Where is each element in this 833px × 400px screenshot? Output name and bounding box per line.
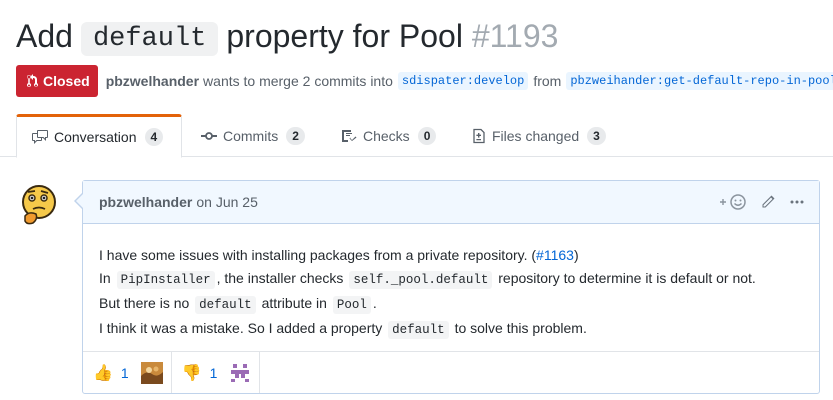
comment-text: to solve this problem.	[454, 320, 587, 336]
tab-commits[interactable]: Commits 2	[201, 114, 305, 157]
thumbs-up-icon: 👍	[93, 364, 113, 382]
comment-actions	[706, 193, 805, 211]
tab-counter: 4	[144, 128, 164, 146]
comment-body: I have some issues with installing packa…	[83, 224, 819, 342]
comment-date[interactable]: on Jun 25	[196, 194, 258, 210]
inline-code: default	[195, 296, 256, 314]
tab-label: Checks	[363, 127, 410, 144]
issue-link[interactable]: #1163	[536, 247, 574, 263]
more-options-button[interactable]	[789, 194, 805, 210]
head-branch[interactable]: pbzweihander:get-default-repo-in-pool	[566, 72, 833, 90]
comment-text: attribute in	[261, 295, 327, 311]
comment-discussion-icon	[32, 130, 48, 144]
git-commit-icon	[201, 131, 217, 140]
status-label: Closed	[43, 73, 90, 89]
pr-title-code: default	[80, 22, 219, 56]
comment-author-link[interactable]: pbzwelhander	[99, 194, 192, 210]
pr-tabs: Conversation 4 Commits 2 Checks 0 Files …	[0, 114, 833, 158]
pr-title-suffix: property for Pool	[226, 18, 463, 54]
comment-line: In PipInstaller, the installer checks se…	[99, 267, 803, 292]
pencil-icon	[762, 195, 775, 208]
comment-text: repository to determine it is default or…	[498, 270, 756, 286]
comment-text: I think it was a mistake. So I added a p…	[99, 320, 383, 336]
reaction-count: 1	[120, 364, 129, 381]
reaction-thumbs-down[interactable]: 👎 1	[172, 352, 261, 393]
tab-label: Commits	[223, 127, 279, 144]
comment-line: I think it was a mistake. So I added a p…	[99, 317, 803, 342]
reactions-bar: 👍 1 👎 1	[83, 351, 819, 393]
comment-text: , the installer checks	[216, 270, 344, 286]
pr-title-prefix: Add	[16, 18, 73, 54]
comment-text: )	[573, 247, 579, 263]
merge-text: wants to merge 2 commits into	[203, 73, 393, 89]
add-reaction-button[interactable]	[719, 193, 747, 211]
edit-comment-button[interactable]	[760, 194, 776, 210]
inline-code: Pool	[332, 296, 371, 314]
tab-counter: 0	[417, 126, 437, 145]
tab-checks[interactable]: Checks 0	[341, 114, 437, 157]
comment-line: I have some issues with installing packa…	[99, 244, 803, 267]
tab-conversation[interactable]: Conversation 4	[16, 114, 182, 158]
comment-text: I have some issues with installing packa…	[99, 247, 537, 263]
reactor-avatar[interactable]	[229, 361, 252, 384]
git-pull-request-icon	[26, 74, 38, 88]
comment-text: But there is no	[99, 295, 190, 311]
reaction-thumbs-up[interactable]: 👍 1	[83, 352, 172, 393]
from-text: from	[533, 73, 562, 89]
comment-text: In	[99, 270, 111, 286]
inline-code: self._pool.default	[349, 271, 493, 289]
kebab-horizontal-icon	[790, 200, 804, 204]
file-diff-icon	[473, 128, 485, 143]
tab-counter: 3	[587, 126, 606, 145]
comment-line: But there is no default attribute in Poo…	[99, 292, 803, 317]
avatar[interactable]	[19, 183, 59, 227]
comment-text: .	[372, 295, 377, 311]
reactor-avatar[interactable]	[140, 361, 163, 384]
pr-author-link[interactable]: pbzwelhander	[106, 73, 199, 89]
base-branch[interactable]: sdispater:develop	[397, 72, 529, 90]
inline-code: PipInstaller	[116, 271, 215, 289]
inline-code: default	[388, 321, 449, 339]
pr-number: #1193	[471, 18, 559, 54]
status-badge: Closed	[16, 65, 98, 97]
reaction-count: 1	[209, 364, 218, 381]
thumbs-down-icon: 👎	[181, 364, 202, 382]
tab-counter: 2	[286, 126, 305, 145]
tab-files-changed[interactable]: Files changed 3	[472, 114, 606, 157]
pr-title: Add default property for Pool #1193	[16, 14, 558, 63]
comment-header: pbzwelhander on Jun 25	[83, 181, 819, 224]
comment-box: pbzwelhander on Jun 25 I have some issue…	[74, 180, 820, 394]
tab-label: Conversation	[54, 129, 137, 145]
tab-label: Files changed	[492, 127, 580, 144]
smiley-add-icon	[720, 194, 746, 210]
checklist-icon	[342, 129, 357, 142]
pr-meta: Closed pbzwelhander wants to merge 2 com…	[16, 65, 833, 97]
